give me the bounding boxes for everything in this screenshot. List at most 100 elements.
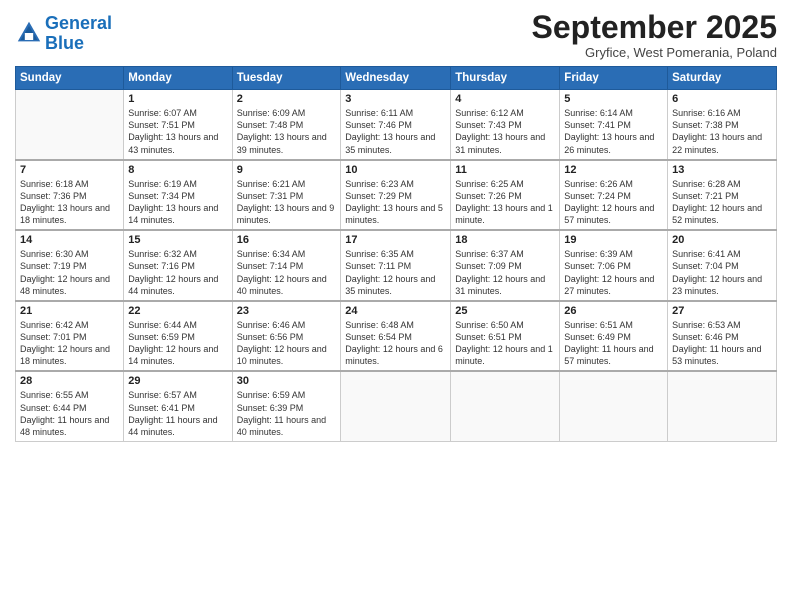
logo-text: General Blue xyxy=(45,14,112,54)
month-title: September 2025 xyxy=(532,10,777,45)
calendar-cell: 19 Sunrise: 6:39 AMSunset: 7:06 PMDayligh… xyxy=(560,230,668,301)
weekday-header-wednesday: Wednesday xyxy=(341,67,451,90)
day-number: 26 xyxy=(564,305,663,317)
weekday-header-monday: Monday xyxy=(124,67,232,90)
day-number: 19 xyxy=(564,234,663,246)
day-number: 18 xyxy=(455,234,555,246)
calendar-cell xyxy=(16,90,124,160)
day-info: Sunrise: 6:55 AMSunset: 6:44 PMDaylight:… xyxy=(20,389,119,438)
calendar-cell xyxy=(341,371,451,441)
calendar-week-row: 7 Sunrise: 6:18 AMSunset: 7:36 PMDaylight… xyxy=(16,160,777,231)
day-info: Sunrise: 6:16 AMSunset: 7:38 PMDaylight:… xyxy=(672,107,772,156)
day-info: Sunrise: 6:34 AMSunset: 7:14 PMDaylight:… xyxy=(237,248,337,297)
day-info: Sunrise: 6:39 AMSunset: 7:06 PMDaylight:… xyxy=(564,248,663,297)
calendar-cell: 24 Sunrise: 6:48 AMSunset: 6:54 PMDayligh… xyxy=(341,301,451,372)
calendar-cell: 11Sunrise: 6:25 AMSunset: 7:26 PMDayligh… xyxy=(451,160,560,231)
weekday-header-row: SundayMondayTuesdayWednesdayThursdayFrid… xyxy=(16,67,777,90)
calendar-week-row: 28 Sunrise: 6:55 AMSunset: 6:44 PMDayligh… xyxy=(16,371,777,441)
day-number: 7 xyxy=(20,164,119,176)
day-number: 9 xyxy=(237,164,337,176)
day-info: Sunrise: 6:12 AMSunset: 7:43 PMDaylight:… xyxy=(455,107,555,156)
day-number: 28 xyxy=(20,375,119,387)
day-info: Sunrise: 6:23 AMSunset: 7:29 PMDaylight:… xyxy=(345,178,446,227)
calendar-cell: 12 Sunrise: 6:26 AMSunset: 7:24 PMDayligh… xyxy=(560,160,668,231)
day-info: Sunrise: 6:51 AMSunset: 6:49 PMDaylight:… xyxy=(564,319,663,368)
day-number: 15 xyxy=(128,234,227,246)
day-number: 13 xyxy=(672,164,772,176)
day-number: 21 xyxy=(20,305,119,317)
calendar-cell: 23Sunrise: 6:46 AMSunset: 6:56 PMDayligh… xyxy=(232,301,341,372)
calendar-cell: 7 Sunrise: 6:18 AMSunset: 7:36 PMDaylight… xyxy=(16,160,124,231)
logo-icon xyxy=(15,19,43,47)
calendar-cell: 16 Sunrise: 6:34 AMSunset: 7:14 PMDayligh… xyxy=(232,230,341,301)
subtitle: Gryfice, West Pomerania, Poland xyxy=(532,45,777,60)
weekday-header-tuesday: Tuesday xyxy=(232,67,341,90)
weekday-header-sunday: Sunday xyxy=(16,67,124,90)
day-number: 27 xyxy=(672,305,772,317)
day-info: Sunrise: 6:44 AMSunset: 6:59 PMDaylight:… xyxy=(128,319,227,368)
day-info: Sunrise: 6:59 AMSunset: 6:39 PMDaylight:… xyxy=(237,389,337,438)
day-number: 24 xyxy=(345,305,446,317)
day-number: 20 xyxy=(672,234,772,246)
day-number: 16 xyxy=(237,234,337,246)
weekday-header-thursday: Thursday xyxy=(451,67,560,90)
logo: General Blue xyxy=(15,14,112,54)
day-info: Sunrise: 6:42 AMSunset: 7:01 PMDaylight:… xyxy=(20,319,119,368)
day-info: Sunrise: 6:32 AMSunset: 7:16 PMDaylight:… xyxy=(128,248,227,297)
day-info: Sunrise: 6:53 AMSunset: 6:46 PMDaylight:… xyxy=(672,319,772,368)
calendar-cell xyxy=(668,371,777,441)
calendar-cell: 15 Sunrise: 6:32 AMSunset: 7:16 PMDayligh… xyxy=(124,230,232,301)
day-number: 5 xyxy=(564,93,663,105)
day-info: Sunrise: 6:26 AMSunset: 7:24 PMDaylight:… xyxy=(564,178,663,227)
day-number: 4 xyxy=(455,93,555,105)
day-number: 6 xyxy=(672,93,772,105)
day-number: 3 xyxy=(345,93,446,105)
day-info: Sunrise: 6:35 AMSunset: 7:11 PMDaylight:… xyxy=(345,248,446,297)
calendar-cell: 25 Sunrise: 6:50 AMSunset: 6:51 PMDayligh… xyxy=(451,301,560,372)
calendar-cell: 8Sunrise: 6:19 AMSunset: 7:34 PMDaylight… xyxy=(124,160,232,231)
calendar-cell: 21 Sunrise: 6:42 AMSunset: 7:01 PMDayligh… xyxy=(16,301,124,372)
day-info: Sunrise: 6:48 AMSunset: 6:54 PMDaylight:… xyxy=(345,319,446,368)
calendar-cell: 4 Sunrise: 6:12 AMSunset: 7:43 PMDaylight… xyxy=(451,90,560,160)
day-info: Sunrise: 6:25 AMSunset: 7:26 PMDaylight:… xyxy=(455,178,555,227)
day-info: Sunrise: 6:11 AMSunset: 7:46 PMDaylight:… xyxy=(345,107,446,156)
weekday-header-friday: Friday xyxy=(560,67,668,90)
day-number: 22 xyxy=(128,305,227,317)
calendar-cell: 10 Sunrise: 6:23 AMSunset: 7:29 PMDayligh… xyxy=(341,160,451,231)
calendar-week-row: 21 Sunrise: 6:42 AMSunset: 7:01 PMDayligh… xyxy=(16,301,777,372)
day-info: Sunrise: 6:07 AMSunset: 7:51 PMDaylight:… xyxy=(128,107,227,156)
day-number: 12 xyxy=(564,164,663,176)
calendar-cell: 1 Sunrise: 6:07 AMSunset: 7:51 PMDaylight… xyxy=(124,90,232,160)
day-number: 25 xyxy=(455,305,555,317)
page: General Blue September 2025 Gryfice, Wes… xyxy=(0,0,792,612)
calendar: SundayMondayTuesdayWednesdayThursdayFrid… xyxy=(15,66,777,442)
day-info: Sunrise: 6:57 AMSunset: 6:41 PMDaylight:… xyxy=(128,389,227,438)
day-number: 30 xyxy=(237,375,337,387)
day-number: 10 xyxy=(345,164,446,176)
calendar-cell: 29 Sunrise: 6:57 AMSunset: 6:41 PMDayligh… xyxy=(124,371,232,441)
weekday-header-saturday: Saturday xyxy=(668,67,777,90)
day-number: 23 xyxy=(237,305,337,317)
calendar-cell: 5 Sunrise: 6:14 AMSunset: 7:41 PMDaylight… xyxy=(560,90,668,160)
calendar-cell: 3 Sunrise: 6:11 AMSunset: 7:46 PMDaylight… xyxy=(341,90,451,160)
day-number: 29 xyxy=(128,375,227,387)
calendar-cell: 18Sunrise: 6:37 AMSunset: 7:09 PMDayligh… xyxy=(451,230,560,301)
title-section: September 2025 Gryfice, West Pomerania, … xyxy=(532,10,777,60)
calendar-cell: 26 Sunrise: 6:51 AMSunset: 6:49 PMDayligh… xyxy=(560,301,668,372)
day-info: Sunrise: 6:21 AMSunset: 7:31 PMDaylight:… xyxy=(237,178,337,227)
calendar-cell xyxy=(451,371,560,441)
calendar-cell: 22 Sunrise: 6:44 AMSunset: 6:59 PMDayligh… xyxy=(124,301,232,372)
day-info: Sunrise: 6:14 AMSunset: 7:41 PMDaylight:… xyxy=(564,107,663,156)
day-number: 17 xyxy=(345,234,446,246)
day-number: 1 xyxy=(128,93,227,105)
calendar-week-row: 14Sunrise: 6:30 AMSunset: 7:19 PMDayligh… xyxy=(16,230,777,301)
calendar-cell: 6 Sunrise: 6:16 AMSunset: 7:38 PMDaylight… xyxy=(668,90,777,160)
day-info: Sunrise: 6:50 AMSunset: 6:51 PMDaylight:… xyxy=(455,319,555,368)
calendar-cell: 14Sunrise: 6:30 AMSunset: 7:19 PMDayligh… xyxy=(16,230,124,301)
day-info: Sunrise: 6:18 AMSunset: 7:36 PMDaylight:… xyxy=(20,178,119,227)
calendar-cell: 2 Sunrise: 6:09 AMSunset: 7:48 PMDaylight… xyxy=(232,90,341,160)
day-info: Sunrise: 6:41 AMSunset: 7:04 PMDaylight:… xyxy=(672,248,772,297)
calendar-cell: 30 Sunrise: 6:59 AMSunset: 6:39 PMDayligh… xyxy=(232,371,341,441)
day-info: Sunrise: 6:09 AMSunset: 7:48 PMDaylight:… xyxy=(237,107,337,156)
day-number: 2 xyxy=(237,93,337,105)
